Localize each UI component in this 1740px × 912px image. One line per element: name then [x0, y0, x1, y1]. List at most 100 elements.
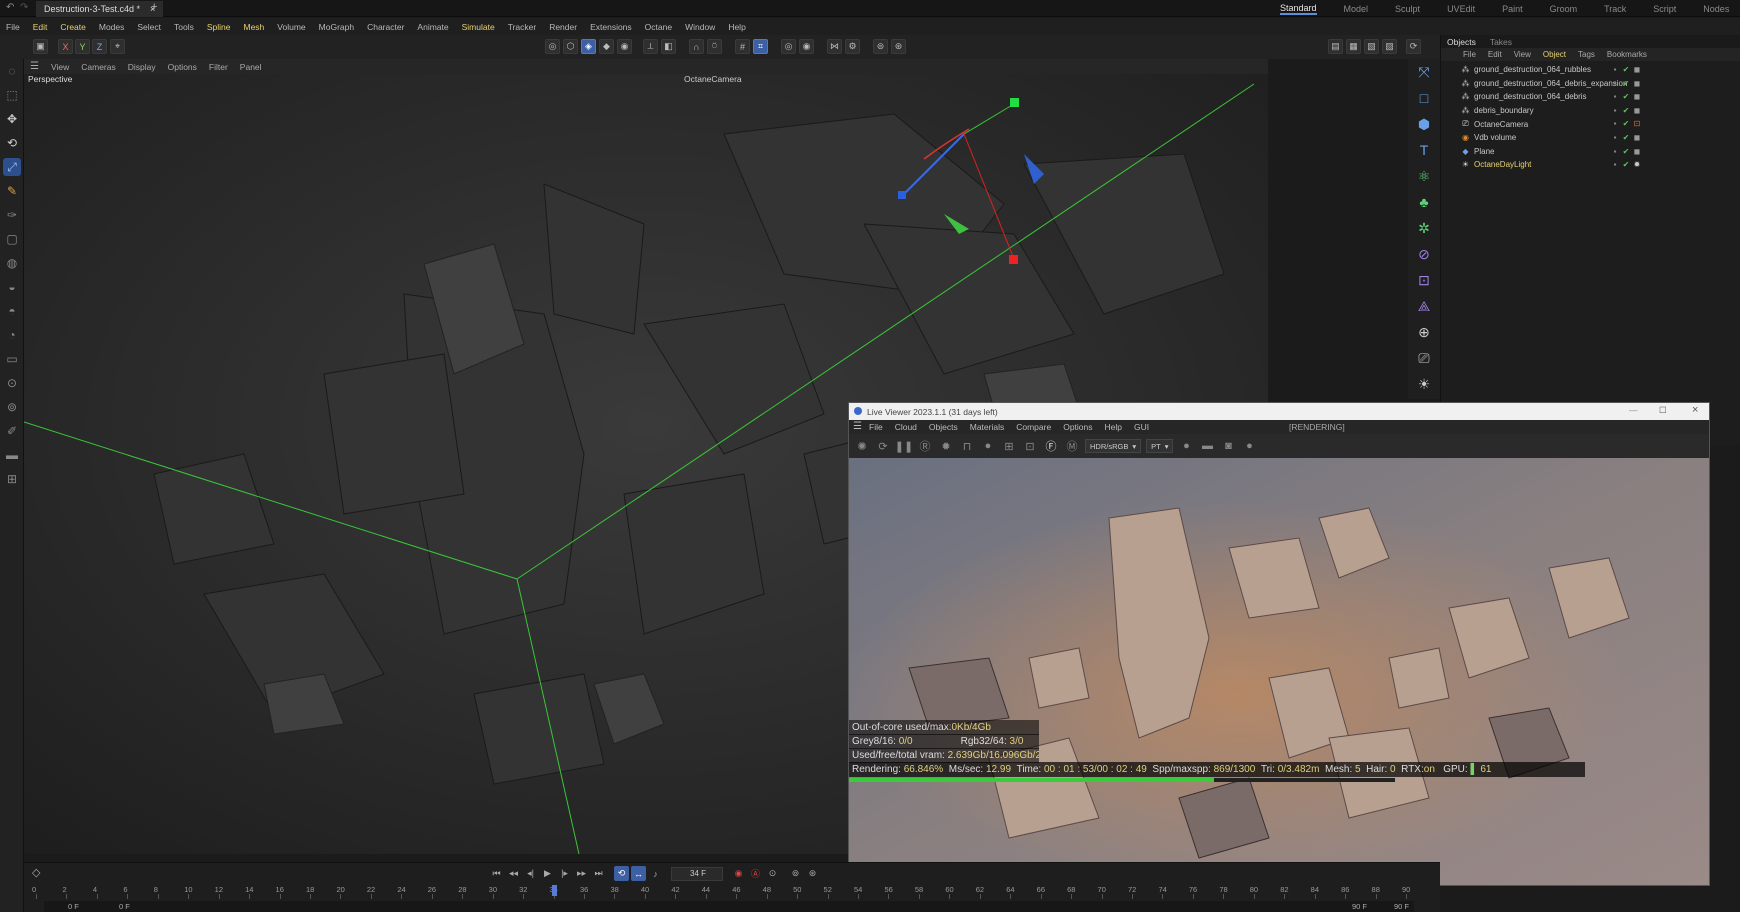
- menu-volume[interactable]: Volume: [277, 22, 305, 32]
- go-to-start-icon[interactable]: ⏮: [489, 866, 504, 881]
- tag-icon[interactable]: ✹: [1633, 160, 1641, 169]
- rotate-icon[interactable]: ⟲: [3, 134, 21, 152]
- object-row[interactable]: ⁂ ground_destruction_064_debris_expansion…: [1441, 77, 1740, 91]
- edges-mode-icon[interactable]: ◆: [599, 39, 614, 54]
- tab-takes[interactable]: Takes: [1490, 37, 1512, 47]
- objects-menu-bookmarks[interactable]: Bookmarks: [1607, 50, 1647, 59]
- layout-tab-model[interactable]: Model: [1344, 4, 1369, 14]
- world-coords-icon[interactable]: ⌖: [110, 39, 125, 54]
- film-icon[interactable]: ▬: [1199, 438, 1215, 454]
- bridge-icon[interactable]: ▭: [3, 350, 21, 368]
- enabled-check-icon[interactable]: ✔: [1622, 106, 1630, 115]
- octane-settings-icon[interactable]: ⊜: [873, 39, 888, 54]
- visibility-icon[interactable]: ▪: [1611, 119, 1619, 128]
- cube-icon[interactable]: ▢: [3, 230, 21, 248]
- lv-menu-materials[interactable]: Materials: [970, 422, 1004, 432]
- loop-icon[interactable]: ⟲: [614, 866, 629, 881]
- restart-icon[interactable]: ⟳: [875, 438, 891, 454]
- menu-animate[interactable]: Animate: [417, 22, 448, 32]
- viewport-menu-options[interactable]: Options: [168, 62, 197, 72]
- scale-icon[interactable]: ⤢: [3, 158, 21, 176]
- lv-menu-help[interactable]: Help: [1105, 422, 1122, 432]
- enabled-check-icon[interactable]: ✔: [1622, 160, 1630, 169]
- preview-start-field[interactable]: 0 F: [119, 902, 130, 911]
- visibility-icon[interactable]: ▪: [1611, 160, 1619, 169]
- menu-edit[interactable]: Edit: [33, 22, 48, 32]
- playhead[interactable]: [551, 885, 557, 896]
- menu-simulate[interactable]: Simulate: [462, 22, 495, 32]
- enabled-check-icon[interactable]: ✔: [1622, 79, 1630, 88]
- record-icon[interactable]: ◉: [731, 866, 746, 881]
- polygons-mode-icon[interactable]: ◉: [617, 39, 632, 54]
- axis-y-button[interactable]: Y: [75, 39, 90, 54]
- end-field[interactable]: 90 F: [1394, 902, 1409, 911]
- autokey-icon[interactable]: Ⓐ: [748, 866, 763, 881]
- rectangle-selection-icon[interactable]: ⬚: [3, 86, 21, 104]
- menu-render[interactable]: Render: [549, 22, 577, 32]
- prev-key-icon[interactable]: ◂◂: [506, 866, 521, 881]
- text-icon[interactable]: T: [1414, 140, 1434, 160]
- preview-end-field[interactable]: 90 F: [1352, 902, 1367, 911]
- enabled-check-icon[interactable]: ✔: [1622, 119, 1630, 128]
- menu-octane[interactable]: Octane: [645, 22, 672, 32]
- grid-snap-icon[interactable]: #: [735, 39, 750, 54]
- menu-mesh[interactable]: Mesh: [244, 22, 265, 32]
- viewport-menu-panel[interactable]: Panel: [240, 62, 262, 72]
- keyframe-icon[interactable]: ◇: [32, 866, 40, 879]
- settings-icon[interactable]: ⚙: [845, 39, 860, 54]
- layout-tab-sculpt[interactable]: Sculpt: [1395, 4, 1420, 14]
- menu-select[interactable]: Select: [137, 22, 161, 32]
- workplane-icon[interactable]: ⊞: [3, 470, 21, 488]
- objects-menu-tags[interactable]: Tags: [1578, 50, 1595, 59]
- cloner-icon[interactable]: ⚛: [1414, 166, 1434, 186]
- menu-mograph[interactable]: MoGraph: [319, 22, 354, 32]
- lv-menu-compare[interactable]: Compare: [1016, 422, 1051, 432]
- material-icon[interactable]: Ⓜ: [1064, 438, 1080, 454]
- extrude-icon[interactable]: ◒: [3, 278, 21, 296]
- motion-record-icon[interactable]: ⊚: [788, 866, 803, 881]
- lock-icon[interactable]: ⊓: [959, 438, 975, 454]
- cube-primitive-icon[interactable]: ⬢: [1414, 114, 1434, 134]
- generator-icon[interactable]: ✲: [1414, 218, 1434, 238]
- tag-icon[interactable]: ◼: [1633, 79, 1641, 88]
- tag-icon[interactable]: ◼: [1633, 92, 1641, 101]
- layout-tab-nodes[interactable]: Nodes: [1703, 4, 1729, 14]
- live-selection-icon[interactable]: ◌: [3, 62, 21, 80]
- close-window-icon[interactable]: ×: [1692, 404, 1698, 416]
- effector-icon[interactable]: ♣: [1414, 192, 1434, 212]
- channel-icon[interactable]: ●: [1241, 438, 1257, 454]
- square-icon[interactable]: □: [1414, 88, 1434, 108]
- menu-extensions[interactable]: Extensions: [590, 22, 632, 32]
- bevel-icon[interactable]: ◓: [3, 302, 21, 320]
- color-mode-select[interactable]: HDR/sRGB ▾: [1085, 439, 1142, 453]
- knife-icon[interactable]: ◔: [3, 326, 21, 344]
- go-to-end-icon[interactable]: ⏭: [591, 866, 606, 881]
- paint-icon[interactable]: ✐: [3, 422, 21, 440]
- enabled-check-icon[interactable]: ✔: [1622, 92, 1630, 101]
- tag-icon[interactable]: ◼: [1633, 106, 1641, 115]
- viewport-menu-display[interactable]: Display: [128, 62, 156, 72]
- pause-icon[interactable]: ❚❚: [895, 438, 913, 454]
- object-mode-icon[interactable]: ⬡: [563, 39, 578, 54]
- subdivide-icon[interactable]: ◍: [3, 254, 21, 272]
- visibility-icon[interactable]: ▪: [1611, 147, 1619, 156]
- lv-menu-cloud[interactable]: Cloud: [895, 422, 917, 432]
- next-frame-icon[interactable]: |▸: [557, 866, 572, 881]
- visibility-icon[interactable]: ▪: [1611, 65, 1619, 74]
- uv-mode-icon[interactable]: ⟂: [643, 39, 658, 54]
- object-row[interactable]: ☀ OctaneDayLight ▪ ✔ ✹: [1441, 158, 1740, 172]
- pen-icon[interactable]: ✑: [3, 206, 21, 224]
- play-icon[interactable]: ▶: [540, 866, 555, 881]
- preview-range-icon[interactable]: ↔: [631, 866, 646, 881]
- object-row[interactable]: ⁂ ground_destruction_064_rubbles ▪ ✔ ◼: [1441, 63, 1740, 77]
- object-row[interactable]: ⎚ OctaneCamera ▪ ✔ ⊡: [1441, 117, 1740, 131]
- lv-menu-file[interactable]: File: [869, 422, 883, 432]
- menu-file[interactable]: File: [6, 22, 20, 32]
- texture-mode-icon[interactable]: ◧: [661, 39, 676, 54]
- visibility-icon[interactable]: ▪: [1611, 106, 1619, 115]
- measure-icon[interactable]: ▬: [3, 446, 21, 464]
- minimize-icon[interactable]: —: [1629, 405, 1638, 415]
- add-region-icon[interactable]: ⊞: [1001, 438, 1017, 454]
- send-scene-icon[interactable]: ✺: [854, 438, 870, 454]
- render-output[interactable]: Out-of-core used/max:0Kb/4Gb Grey8/16: 0…: [849, 458, 1709, 885]
